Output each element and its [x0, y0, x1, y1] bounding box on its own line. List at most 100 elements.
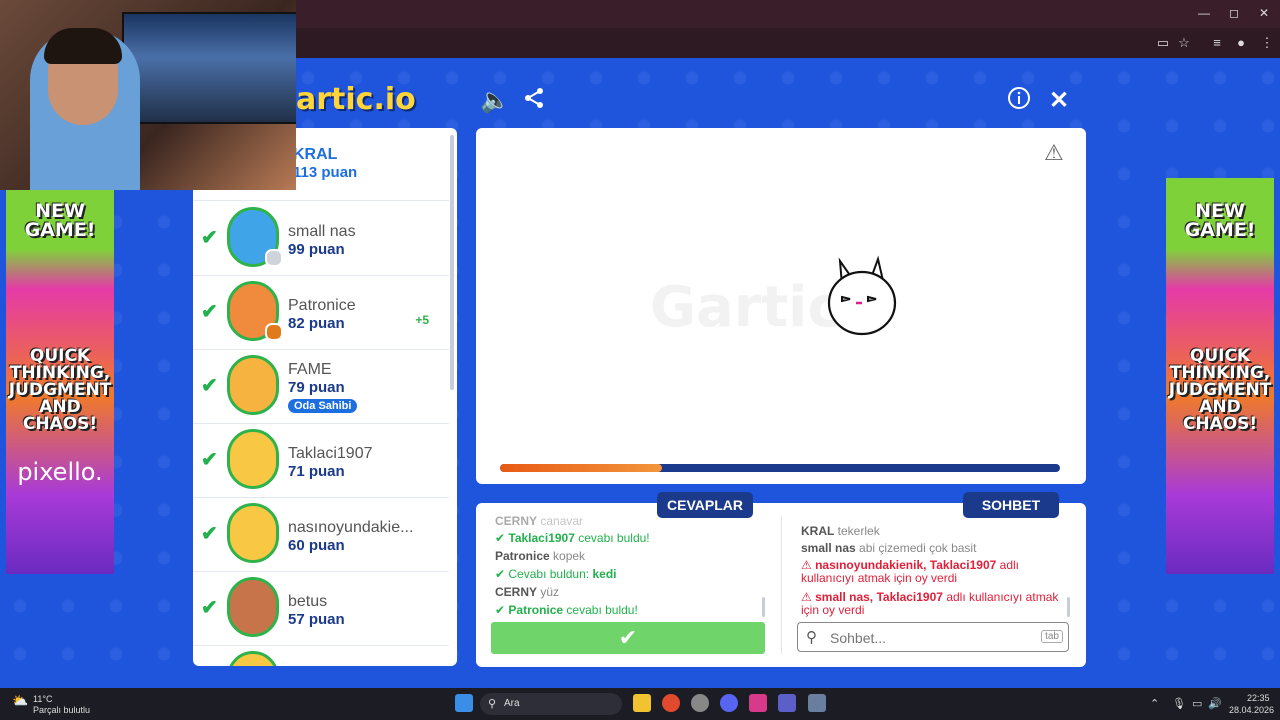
player-row: ✔ betus 57 puan	[193, 571, 449, 646]
chat-input[interactable]	[828, 627, 1032, 649]
chat-user: small nas	[801, 541, 856, 555]
volume-icon[interactable]: 🔊	[1208, 697, 1222, 710]
chrome-icon[interactable]	[662, 694, 680, 712]
star-icon[interactable]: ☆	[1175, 35, 1193, 51]
ad-headline: NEW GAME!	[1184, 200, 1256, 241]
player-row: ✔ nasınoyundakie... 60 puan	[193, 497, 449, 572]
round-timer-bar	[500, 464, 1060, 472]
clock-date[interactable]: 28.04.2026	[1229, 705, 1274, 715]
gartic-logo: artic.io	[296, 82, 416, 117]
webcam-monitor	[122, 12, 296, 124]
player-score: 71 puan	[288, 463, 345, 480]
chat-scrollbar[interactable]	[1067, 597, 1070, 617]
avatar	[227, 429, 279, 489]
maximize-button[interactable]: ◻	[1224, 6, 1244, 20]
chat-text: canavar	[540, 514, 584, 528]
reading-list-icon[interactable]: ≡	[1208, 35, 1226, 50]
microphone-icon[interactable]: 🎙	[1172, 697, 1186, 710]
chat-user: small nas, Taklaci1907	[815, 590, 943, 604]
ad-headline: NEW GAME!	[24, 200, 96, 241]
search-icon: ⚲	[488, 698, 497, 710]
chat-line: ⚠ small nas, Taklaci1907 adlı kullanıcıy…	[801, 590, 1059, 617]
webcam-hair	[44, 28, 122, 64]
player-name: FAME	[288, 361, 332, 378]
answer-line: CERNY canavar	[495, 514, 583, 528]
chat-text: adlı kullanıcıyı atmak	[946, 590, 1059, 604]
avatar	[227, 503, 279, 563]
report-warning-icon[interactable]: ⚠	[1044, 140, 1064, 166]
start-icon[interactable]	[455, 694, 473, 712]
discord-icon[interactable]	[720, 694, 738, 712]
chat-text: yüz	[540, 585, 560, 599]
player-list[interactable]: KRAL 113 puan ✔ small nas 99 puan ✔ Patr…	[193, 128, 457, 666]
avatar	[227, 651, 279, 666]
chat-user: KRAL	[801, 524, 835, 538]
taskbar-search-label: Ara	[504, 698, 520, 709]
chevron-up-icon[interactable]: ⌃	[1150, 697, 1159, 710]
answer-submit-button[interactable]: ✔	[491, 622, 765, 654]
teams-icon[interactable]	[778, 694, 796, 712]
round-timer-fill	[500, 464, 663, 472]
player-row: ✔ FAME 79 puan Oda Sahibi	[193, 349, 449, 424]
player-name: Taklaci1907	[288, 445, 373, 462]
close-icon[interactable]: ✕	[1045, 86, 1073, 115]
player-score: 113 puan	[293, 164, 358, 181]
chat-text: cevabı buldu!	[578, 531, 650, 545]
tab-answers[interactable]: CEVAPLAR	[657, 492, 753, 518]
player-score: 79 puan	[288, 379, 345, 396]
tab-chat[interactable]: SOHBET	[963, 492, 1059, 518]
player-name: KRAL	[293, 146, 338, 163]
steam-icon[interactable]	[691, 694, 709, 712]
check-icon: ✔	[201, 375, 218, 397]
player-row: ✔ Patronice 82 puan +5	[193, 275, 449, 350]
weather-text: Parçalı bulutlu	[33, 705, 91, 715]
player-row: ✔ small nas 99 puan	[193, 201, 449, 276]
file-explorer-icon[interactable]	[633, 694, 651, 712]
cat-drawing	[827, 255, 897, 336]
sound-icon[interactable]: 🔈	[480, 86, 510, 115]
avatar	[227, 355, 279, 415]
check-icon: ✔	[201, 597, 218, 619]
chat-text: Cevabı buldun:	[508, 567, 590, 581]
chat-user: nasınoyundakienik, Taklaci1907	[815, 558, 997, 572]
chat-text: cevabı buldu!	[566, 603, 638, 617]
player-row	[193, 645, 449, 666]
close-window-button[interactable]: ✕	[1254, 6, 1274, 20]
instagram-icon[interactable]	[749, 694, 767, 712]
room-owner-badge: Oda Sahibi	[288, 399, 358, 413]
right-ad-banner[interactable]: NEW GAME! QUICK THINKING, JUDGMENT AND C…	[1166, 178, 1274, 574]
profile-icon[interactable]: ●	[1232, 35, 1250, 50]
search-icon: ⚲	[806, 629, 817, 646]
answer-line: ✔ Taklaci1907 cevabı buldu!	[495, 531, 650, 545]
temperature: 11°C	[33, 694, 53, 704]
clock-time[interactable]: 22:35	[1247, 693, 1270, 703]
status-dot	[265, 323, 283, 341]
chat-user: Taklaci1907	[508, 531, 575, 545]
weather-icon: ⛅	[12, 693, 29, 708]
chat-user: Patronice	[508, 603, 564, 617]
chat-user: CERNY	[495, 585, 538, 599]
player-score: 57 puan	[288, 611, 345, 628]
calculator-icon[interactable]	[808, 694, 826, 712]
player-score: 99 puan	[288, 241, 345, 258]
check-icon: ✔	[201, 523, 218, 545]
minimize-button[interactable]: —	[1194, 6, 1214, 20]
tab-key-hint: tab	[1041, 630, 1063, 643]
left-ad-banner[interactable]: NEW GAME! QUICK THINKING, JUDGMENT AND C…	[6, 178, 114, 574]
taskbar-search[interactable]: ⚲ Ara	[480, 693, 622, 715]
avatar	[227, 577, 279, 637]
share-icon[interactable]	[520, 86, 548, 117]
info-icon[interactable]	[1005, 86, 1033, 117]
menu-icon[interactable]: ⋮	[1258, 35, 1276, 51]
chat-line: KRAL tekerlek	[801, 524, 880, 538]
cast-icon[interactable]: ▭	[1154, 35, 1172, 51]
player-name: nasınoyundakie...	[288, 519, 414, 536]
answers-scrollbar[interactable]	[762, 597, 765, 617]
ad-tagline: QUICK THINKING, JUDGMENT AND CHAOS!	[8, 346, 112, 434]
answer-line: Patronice kopek	[495, 549, 585, 563]
correct-answer: kedi	[592, 567, 617, 581]
player-list-scrollbar[interactable]	[450, 135, 454, 390]
network-icon[interactable]: ▭	[1192, 697, 1202, 710]
chat-text: adlı	[999, 558, 1019, 572]
chat-input-box[interactable]: ⚲ tab	[797, 622, 1069, 652]
